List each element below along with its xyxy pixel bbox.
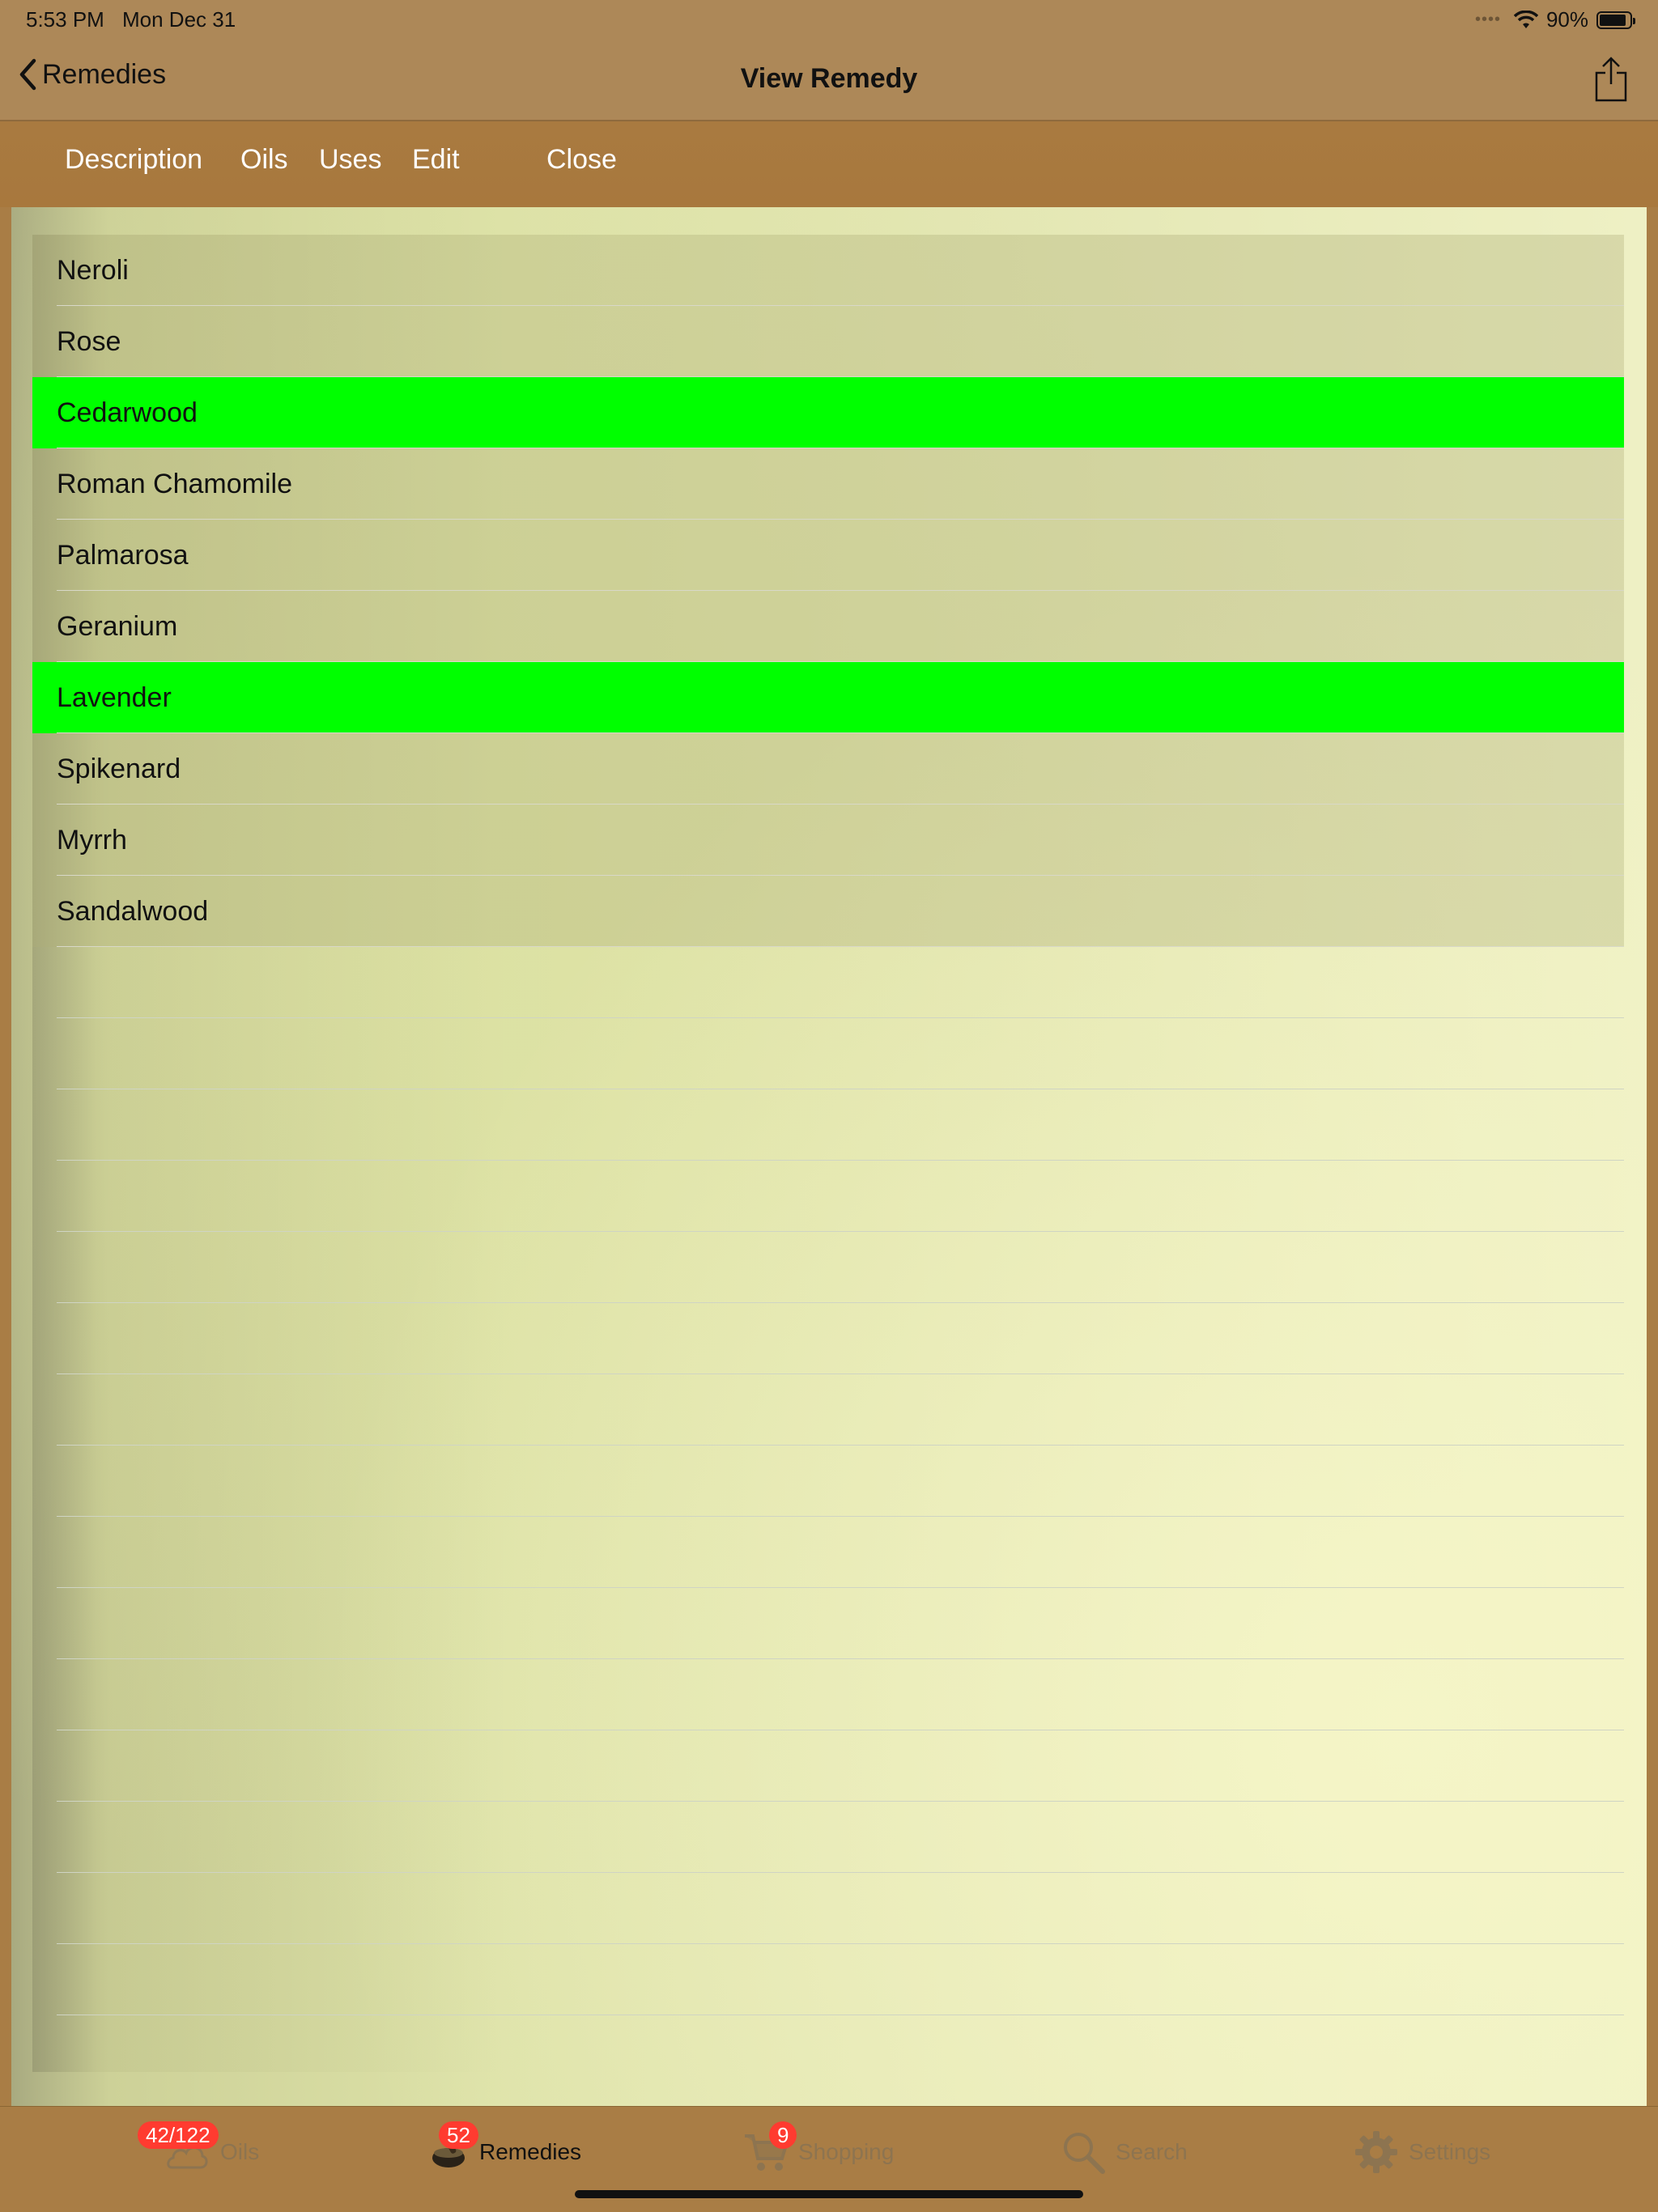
tab-bar-shopping[interactable]: Shopping 9 [743,2121,895,2176]
oil-list-item[interactable]: Neroli [32,235,1624,306]
oil-list-item[interactable]: Myrrh [32,805,1624,876]
empty-table-row [32,1588,1624,1659]
empty-table-row [32,1873,1624,1944]
tab-edit[interactable]: Edit [412,144,460,176]
shopping-count-badge: 9 [769,2121,797,2149]
remedy-toolbar: Description Oils Uses Edit Close [0,121,1658,207]
empty-table-row [32,1446,1624,1517]
empty-table-row [32,947,1624,1018]
remedies-count-badge: 52 [439,2121,478,2149]
empty-table-row [32,1018,1624,1089]
empty-table-row [32,1944,1624,2015]
tab-bar-remedies-label: Remedies [479,2139,582,2164]
oil-list-item-label: Roman Chamomile [57,468,292,499]
wifi-icon [1513,10,1538,28]
oil-list-item[interactable]: Spikenard [32,733,1624,805]
oil-list-item[interactable]: Palmarosa [32,520,1624,591]
oil-list-item[interactable]: Lavender [32,662,1624,733]
empty-table-row [32,1161,1624,1232]
oil-list-item-label: Neroli [57,254,129,286]
oil-list-item[interactable]: Sandalwood [32,876,1624,947]
share-icon[interactable] [1592,55,1630,104]
tab-bar-shopping-label: Shopping [798,2139,895,2164]
close-button[interactable]: Close [546,144,617,176]
oils-table: Neroli Rose Cedarwood Roman Chamomile Palmar… [32,235,1624,2072]
page-title: View Remedy [740,63,918,94]
empty-table-row [32,1730,1624,1802]
tab-bar-oils-label: Oils [220,2139,260,2164]
empty-table-row [32,1802,1624,1873]
oil-list-item-label: Lavender [57,681,172,713]
battery-icon [1596,11,1635,29]
gear-icon [1355,2131,1397,2173]
empty-table-row [32,1374,1624,1446]
oil-list-item[interactable]: Roman Chamomile [32,448,1624,520]
tab-bar-oils[interactable]: Oils 42/122 [138,2121,260,2176]
status-indicators: •••• 90% [1474,7,1635,32]
search-icon [1064,2133,1105,2174]
tab-bar-search[interactable]: Search [1061,2128,1188,2176]
oils-count-badge: 42/122 [138,2121,219,2149]
oil-list-item-label: Myrrh [57,824,127,856]
oil-list-item[interactable]: Rose [32,306,1624,377]
empty-table-row [32,1089,1624,1161]
status-date: Mon Dec 31 [122,7,236,32]
tab-bar-remedies[interactable]: Remedies 52 [427,2121,582,2176]
tab-oils[interactable]: Oils [240,144,288,176]
tab-bar-settings-label: Settings [1409,2139,1491,2164]
empty-table-row [32,1232,1624,1303]
oil-list-item-label: Rose [57,325,121,357]
oil-list-item-label: Spikenard [57,753,181,784]
tab-bar-search-label: Search [1116,2139,1188,2164]
oil-list-item[interactable]: Cedarwood [32,377,1624,448]
oil-list-item-label: Cedarwood [57,397,198,428]
tab-bar-settings[interactable]: Settings [1354,2128,1490,2176]
empty-table-row [32,1303,1624,1374]
tab-description[interactable]: Description [65,144,202,176]
battery-percentage: 90% [1545,7,1588,32]
status-bar: 5:53 PM Mon Dec 31 •••• 90% [0,0,1658,39]
status-time: 5:53 PM [26,7,104,32]
empty-table-row [32,1659,1624,1730]
tab-uses[interactable]: Uses [319,144,381,176]
empty-table-row [32,1517,1624,1588]
home-indicator[interactable] [575,2190,1083,2198]
oil-list-item-label: Palmarosa [57,539,189,571]
cellular-signal-icon: •••• [1474,11,1501,28]
oil-list-item[interactable]: Geranium [32,591,1624,662]
navigation-bar: Remedies View Remedy [0,39,1658,121]
content-panel: Neroli Rose Cedarwood Roman Chamomile Palmar… [11,207,1647,2106]
oil-list-item-label: Sandalwood [57,895,209,927]
oil-list-item-label: Geranium [57,610,178,642]
